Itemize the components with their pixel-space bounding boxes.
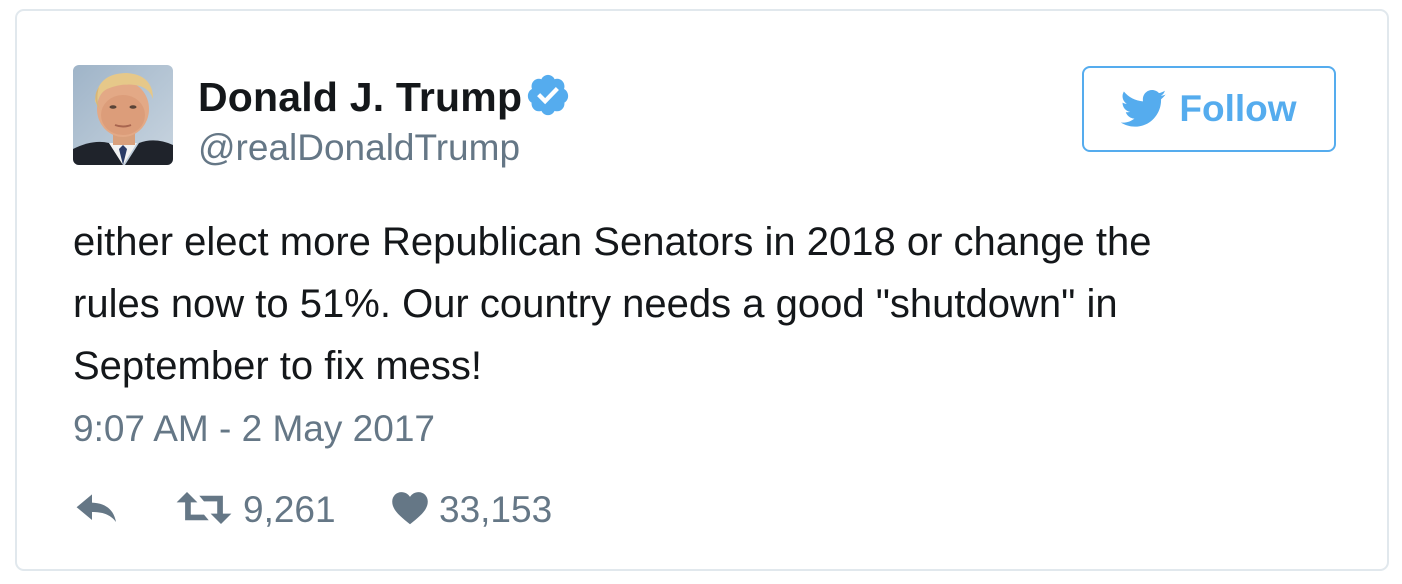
tweet-text-line: September to fix mess! xyxy=(73,344,483,388)
tweet-timestamp[interactable]: 9:07 AM - 2 May 2017 xyxy=(73,408,435,450)
author-name[interactable]: Donald J. Trump xyxy=(198,74,522,121)
tweet-text-line: rules now to 51%. Our country needs a go… xyxy=(73,282,1118,326)
tweet-text-line: either elect more Republican Senators in… xyxy=(73,220,1152,264)
twitter-bird-icon xyxy=(1121,89,1167,129)
retweet-icon xyxy=(175,491,233,530)
tweet-actions: 9,261 33,153 xyxy=(73,485,552,535)
author-name-row: Donald J. Trump xyxy=(198,73,571,121)
verified-badge-icon xyxy=(525,72,571,118)
heart-icon xyxy=(391,491,429,530)
reply-icon xyxy=(73,492,121,529)
follow-button[interactable]: Follow xyxy=(1082,66,1336,152)
retweet-count: 9,261 xyxy=(243,489,336,530)
tweet-text: either elect more Republican Senators in… xyxy=(73,211,1333,397)
like-count: 33,153 xyxy=(439,489,553,530)
avatar-photo xyxy=(73,65,173,165)
retweet-button[interactable]: 9,261 xyxy=(175,489,391,531)
author-handle[interactable]: @realDonaldTrump xyxy=(198,127,520,169)
reply-button[interactable] xyxy=(73,492,175,529)
tweet-card: Donald J. Trump @realDonaldTrump Follow … xyxy=(15,9,1389,571)
follow-label: Follow xyxy=(1179,88,1297,129)
like-button[interactable]: 33,153 xyxy=(391,489,552,531)
avatar[interactable] xyxy=(73,65,173,165)
